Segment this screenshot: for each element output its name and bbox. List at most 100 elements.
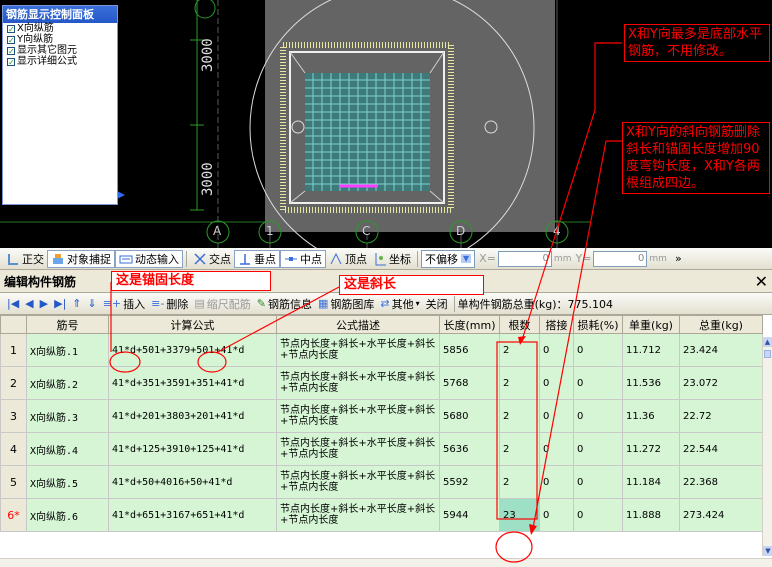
cell-unit-weight[interactable]: 11.36 — [622, 399, 680, 433]
checkbox-icon[interactable]: ✓ — [7, 35, 15, 44]
cell-length[interactable]: 5768 — [439, 366, 500, 400]
cell-count[interactable]: 23 — [499, 498, 540, 532]
cell-formula[interactable]: 41*d+351+3591+351+41*d — [108, 366, 277, 400]
cell-lap[interactable]: 0 — [539, 333, 574, 367]
intersection-snap-button[interactable]: 交点 — [190, 250, 234, 268]
close-button[interactable]: 关闭 — [423, 295, 451, 313]
checkbox-icon[interactable]: ✓ — [7, 46, 15, 55]
cell-total-weight[interactable]: 22.72 — [679, 399, 763, 433]
cell-total-weight[interactable]: 23.424 — [679, 333, 763, 367]
cell-bar-no[interactable]: X向纵筋.1 — [26, 333, 109, 367]
column-header-total-weight[interactable]: 总重(kg) — [679, 315, 763, 334]
offset-select[interactable]: 不偏移 ▼ — [421, 249, 476, 268]
column-header-formula[interactable]: 计算公式 — [108, 315, 277, 334]
row-index[interactable]: 6* — [0, 498, 27, 532]
cell-bar-no[interactable]: X向纵筋.4 — [26, 432, 109, 466]
panel-item-other-elements[interactable]: ✓ 显示其它图元 — [7, 45, 117, 56]
row-index[interactable]: 1 — [0, 333, 27, 367]
panel-item-y-rebar[interactable]: ✓ Y向纵筋 — [7, 34, 117, 45]
table-row[interactable]: 2 X向纵筋.2 41*d+351+3591+351+41*d 节点内长度+斜长+水平… — [0, 366, 763, 400]
dynamic-input-button[interactable]: 动态输入 — [115, 249, 183, 268]
row-index[interactable]: 2 — [0, 366, 27, 400]
cell-count[interactable]: 2 — [499, 333, 540, 367]
cell-lap[interactable]: 0 — [539, 366, 574, 400]
cell-bar-no[interactable]: X向纵筋.5 — [26, 465, 109, 499]
midpoint-snap-button[interactable]: 中点 — [280, 249, 326, 268]
cell-loss[interactable]: 0 — [573, 465, 623, 499]
table-row[interactable]: 5 X向纵筋.5 41*d+50+4016+50+41*d 节点内长度+斜长+水平长度… — [0, 465, 763, 499]
cell-unit-weight[interactable]: 11.184 — [622, 465, 680, 499]
column-header-loss[interactable]: 损耗(%) — [573, 315, 623, 334]
cell-lap[interactable]: 0 — [539, 498, 574, 532]
cell-unit-weight[interactable]: 11.888 — [622, 498, 680, 532]
column-header-description[interactable]: 公式描述 — [276, 315, 440, 334]
rebar-library-button[interactable]: ▦ 钢筋图库 — [315, 295, 377, 313]
ruler-rebar-button[interactable]: ▤ 缩尺配筋 — [191, 295, 253, 313]
cell-bar-no[interactable]: X向纵筋.3 — [26, 399, 109, 433]
cell-lap[interactable]: 0 — [539, 432, 574, 466]
toolbar-overflow-button[interactable]: » — [675, 252, 682, 265]
cell-loss[interactable]: 0 — [573, 432, 623, 466]
ortho-button[interactable]: 正交 — [3, 250, 47, 268]
vertical-scrollbar[interactable]: ▲ ▼ — [762, 337, 772, 556]
cell-length[interactable]: 5680 — [439, 399, 500, 433]
cell-loss[interactable]: 0 — [573, 498, 623, 532]
perpendicular-snap-button[interactable]: 垂点 — [234, 249, 280, 268]
cell-lap[interactable]: 0 — [539, 399, 574, 433]
move-up-icon[interactable]: ⇑ — [72, 297, 81, 310]
panel-item-x-rebar[interactable]: ✓ X向纵筋 — [7, 23, 117, 34]
cell-formula[interactable]: 41*d+201+3803+201+41*d — [108, 399, 277, 433]
horizontal-scrollbar[interactable] — [0, 558, 772, 567]
column-header-unit-weight[interactable]: 单重(kg) — [622, 315, 680, 334]
cell-formula[interactable]: 41*d+651+3167+651+41*d — [108, 498, 277, 532]
x-coord-input[interactable]: 0 — [497, 250, 552, 267]
cell-count[interactable]: 2 — [499, 465, 540, 499]
first-record-icon[interactable]: |◀ — [7, 297, 19, 310]
cell-length[interactable]: 5944 — [439, 498, 500, 532]
column-header-bar-no[interactable]: 筋号 — [26, 315, 109, 334]
cell-lap[interactable]: 0 — [539, 465, 574, 499]
previous-record-icon[interactable]: ◀ — [25, 297, 33, 310]
cell-total-weight[interactable]: 23.072 — [679, 366, 763, 400]
row-index[interactable]: 4 — [0, 432, 27, 466]
cell-description[interactable]: 节点内长度+斜长+水平长度+斜长+节点内长度 — [276, 399, 440, 433]
cell-description[interactable]: 节点内长度+斜长+水平长度+斜长+节点内长度 — [276, 465, 440, 499]
cell-loss[interactable]: 0 — [573, 399, 623, 433]
scroll-up-icon[interactable]: ▲ — [763, 337, 772, 347]
table-row[interactable]: 3 X向纵筋.3 41*d+201+3803+201+41*d 节点内长度+斜长+水平… — [0, 399, 763, 433]
rebar-info-button[interactable]: ✎ 钢筋信息 — [254, 295, 315, 313]
cell-total-weight[interactable]: 22.368 — [679, 465, 763, 499]
checkbox-icon[interactable]: ✓ — [7, 24, 15, 33]
cell-formula[interactable]: 41*d+501+3379+501+41*d — [108, 333, 277, 367]
cell-unit-weight[interactable]: 11.272 — [622, 432, 680, 466]
move-down-icon[interactable]: ⇓ — [88, 297, 97, 310]
table-row[interactable]: 4 X向纵筋.4 41*d+125+3910+125+41*d 节点内长度+斜长+水平… — [0, 432, 763, 466]
column-header-lap[interactable]: 搭接 — [539, 315, 574, 334]
column-header-length[interactable]: 长度(mm) — [439, 315, 500, 334]
cell-bar-no[interactable]: X向纵筋.6 — [26, 498, 109, 532]
cell-description[interactable]: 节点内长度+斜长+水平长度+斜长+节点内长度 — [276, 333, 440, 367]
scroll-down-icon[interactable]: ▼ — [763, 546, 772, 556]
cell-count[interactable]: 2 — [499, 399, 540, 433]
cell-formula[interactable]: 41*d+50+4016+50+41*d — [108, 465, 277, 499]
cell-total-weight[interactable]: 22.544 — [679, 432, 763, 466]
scroll-thumb[interactable] — [764, 350, 771, 358]
cell-description[interactable]: 节点内长度+斜长+水平长度+斜长+节点内长度 — [276, 432, 440, 466]
checkbox-icon[interactable]: ✓ — [7, 57, 15, 66]
vertex-snap-button[interactable]: 顶点 — [326, 250, 370, 268]
cell-length[interactable]: 5856 — [439, 333, 500, 367]
cell-count[interactable]: 2 — [499, 366, 540, 400]
column-header-count[interactable]: 根数 — [499, 315, 540, 334]
cell-loss[interactable]: 0 — [573, 333, 623, 367]
cell-count[interactable]: 2 — [499, 432, 540, 466]
other-menu-button[interactable]: ⇄ 其他 ▾ — [377, 295, 422, 313]
cell-formula[interactable]: 41*d+125+3910+125+41*d — [108, 432, 277, 466]
insert-button[interactable]: ≡+ 插入 — [100, 295, 148, 313]
panel-item-detailed-formula[interactable]: ✓ 显示详细公式 — [7, 56, 117, 67]
row-index[interactable]: 5 — [0, 465, 27, 499]
table-row[interactable]: 6* X向纵筋.6 41*d+651+3167+651+41*d 节点内长度+斜长+水… — [0, 498, 763, 532]
cell-loss[interactable]: 0 — [573, 366, 623, 400]
cell-length[interactable]: 5592 — [439, 465, 500, 499]
object-snap-button[interactable]: 对象捕捉 — [47, 249, 115, 268]
coordinate-snap-button[interactable]: 坐标 — [370, 250, 414, 268]
